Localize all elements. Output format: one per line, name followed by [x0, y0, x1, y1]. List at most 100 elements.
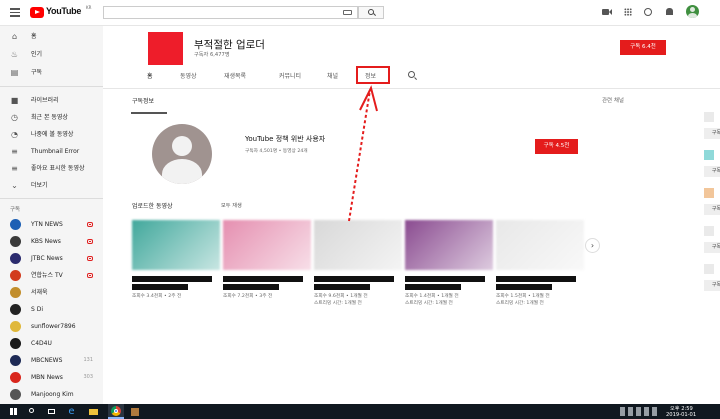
- subscription-label: MBN News: [31, 374, 63, 381]
- video-thumbnail[interactable]: [496, 220, 584, 270]
- subscription-item[interactable]: JTBC News: [0, 250, 103, 267]
- redacted-title[interactable]: [496, 276, 576, 282]
- featured-subscribe-button[interactable]: 구독 4.5천: [535, 139, 578, 154]
- edge-browser-icon[interactable]: e: [66, 406, 77, 417]
- taskbar-date[interactable]: 2019-01-01: [666, 412, 696, 418]
- sidebar-item-subscriptions[interactable]: ▤ 구독: [0, 64, 103, 81]
- subscription-item[interactable]: KBS News: [0, 233, 103, 250]
- apps-grid-icon[interactable]: [624, 8, 632, 16]
- related-subscribe-button[interactable]: 구독: [704, 166, 720, 177]
- folder-glyph: [89, 409, 98, 415]
- subscriptions-heading: 구독: [10, 207, 21, 213]
- account-avatar[interactable]: [686, 5, 699, 18]
- subscription-item[interactable]: YTN NEWS: [0, 216, 103, 233]
- related-subscribe-button[interactable]: 구독: [704, 280, 720, 291]
- channel-avatar[interactable]: [148, 32, 183, 65]
- related-channel-avatar[interactable]: [704, 264, 714, 274]
- file-explorer-icon[interactable]: [88, 406, 99, 417]
- avatar-head: [172, 136, 192, 156]
- redacted-title[interactable]: [496, 284, 552, 290]
- video-camera-icon[interactable]: [602, 9, 609, 15]
- redacted-title[interactable]: [223, 284, 279, 290]
- related-subscribe-button[interactable]: 구독: [704, 128, 720, 139]
- subscription-item[interactable]: S Di: [0, 301, 103, 318]
- redacted-title[interactable]: [223, 276, 303, 282]
- subscription-item[interactable]: 서재욱: [0, 284, 103, 301]
- subscription-item[interactable]: MBCNEWS 131: [0, 352, 103, 369]
- subscription-item[interactable]: 연합뉴스 TV: [0, 267, 103, 284]
- video-meta: 조회수 1.4천회 • 1개월 전: [405, 294, 459, 299]
- related-subscribe-button[interactable]: 구독: [704, 242, 720, 253]
- subscription-label: C4D4U: [31, 340, 52, 347]
- subscribe-button[interactable]: 구독 6.4천: [620, 40, 666, 55]
- video-thumbnail[interactable]: [314, 220, 402, 270]
- channel-avatar-icon: [10, 389, 21, 400]
- channel-avatar-icon: [10, 304, 21, 315]
- subscription-item[interactable]: Manjoong Kim: [0, 386, 103, 403]
- subscription-item[interactable]: MBN News 303: [0, 369, 103, 386]
- redacted-title[interactable]: [132, 276, 212, 282]
- sidebar-item-watch-later[interactable]: ◔ 나중에 볼 동영상: [0, 126, 103, 143]
- chat-icon[interactable]: [644, 8, 652, 16]
- tab-3[interactable]: 커뮤니티: [279, 71, 301, 80]
- featured-channel-meta: 구독자 4,501명 • 동영상 24개: [245, 149, 308, 154]
- start-button[interactable]: [8, 406, 19, 417]
- related-channel-avatar[interactable]: [704, 112, 714, 122]
- bell-icon[interactable]: [666, 8, 673, 15]
- package-glyph: [131, 408, 139, 416]
- redacted-title[interactable]: [405, 284, 461, 290]
- sidebar-item-home[interactable]: ⌂ 홈: [0, 28, 103, 45]
- chrome-icon[interactable]: [108, 404, 124, 419]
- tab-4[interactable]: 채널: [327, 71, 338, 80]
- subscription-item[interactable]: C4D4U: [0, 335, 103, 352]
- search-input[interactable]: [103, 6, 358, 19]
- avatar-body: [688, 13, 697, 18]
- search-button[interactable]: [358, 6, 384, 19]
- related-channel-avatar[interactable]: [704, 150, 714, 160]
- redacted-title[interactable]: [405, 276, 485, 282]
- sidebar-item-more[interactable]: ⌄ 더보기: [0, 177, 103, 194]
- video-thumbnail[interactable]: [223, 220, 311, 270]
- shelf-next-button[interactable]: ›: [585, 238, 600, 253]
- sidebar-item-thumbnail-error[interactable]: ≡ Thumbnail Error: [0, 143, 103, 160]
- live-icon: [87, 239, 93, 244]
- redacted-title[interactable]: [314, 276, 394, 282]
- featured-channel-avatar[interactable]: [152, 124, 212, 184]
- package-app-icon[interactable]: [130, 406, 141, 417]
- menu-icon[interactable]: [10, 8, 20, 17]
- subscription-item[interactable]: sunflower7896: [0, 318, 103, 335]
- channel-avatar-icon: [10, 270, 21, 281]
- video-thumbnail[interactable]: [132, 220, 220, 270]
- redacted-title[interactable]: [132, 284, 188, 290]
- subscription-label: sunflower7896: [31, 323, 76, 330]
- sidebar-item-label: 좋아요 표시한 동영상: [31, 165, 85, 172]
- tab-1[interactable]: 동영상: [180, 71, 197, 80]
- sidebar-item-liked[interactable]: ≡ 좋아요 표시한 동영상: [0, 160, 103, 177]
- play-all-link[interactable]: 모두 재생: [221, 202, 242, 209]
- system-tray[interactable]: [620, 407, 660, 416]
- taskbar-time[interactable]: 오후 2:59: [670, 405, 693, 412]
- search-taskbar-icon[interactable]: [27, 406, 38, 417]
- tab-0[interactable]: 홈: [147, 71, 153, 80]
- redacted-title[interactable]: [314, 284, 370, 290]
- related-channel-avatar[interactable]: [704, 226, 714, 236]
- task-view-glyph: [48, 409, 55, 414]
- subscriptions-icon: ▤: [10, 68, 19, 77]
- sidebar-item-label: 최근 본 동영상: [31, 114, 68, 121]
- featured-channel-name[interactable]: YouTube 정책 위반 사용자: [245, 134, 325, 144]
- task-view-icon[interactable]: [46, 406, 57, 417]
- sidebar-item-trending[interactable]: ♨ 인기: [0, 46, 103, 63]
- flame-icon: ♨: [10, 50, 19, 59]
- subscription-label: 연합뉴스 TV: [31, 272, 63, 279]
- new-count-badge: 131: [83, 357, 93, 363]
- related-channel-avatar[interactable]: [704, 188, 714, 198]
- home-icon: ⌂: [11, 32, 18, 41]
- sidebar-divider: [0, 86, 103, 87]
- sidebar-item-history[interactable]: ◷ 최근 본 동영상: [0, 109, 103, 126]
- sidebar-item-library[interactable]: ■ 라이브러리: [0, 92, 103, 109]
- video-thumbnail[interactable]: [405, 220, 493, 270]
- related-subscribe-button[interactable]: 구독: [704, 204, 720, 215]
- tab-2[interactable]: 재생목록: [224, 71, 246, 80]
- keyboard-icon[interactable]: [343, 10, 352, 15]
- avatar-head: [690, 7, 695, 12]
